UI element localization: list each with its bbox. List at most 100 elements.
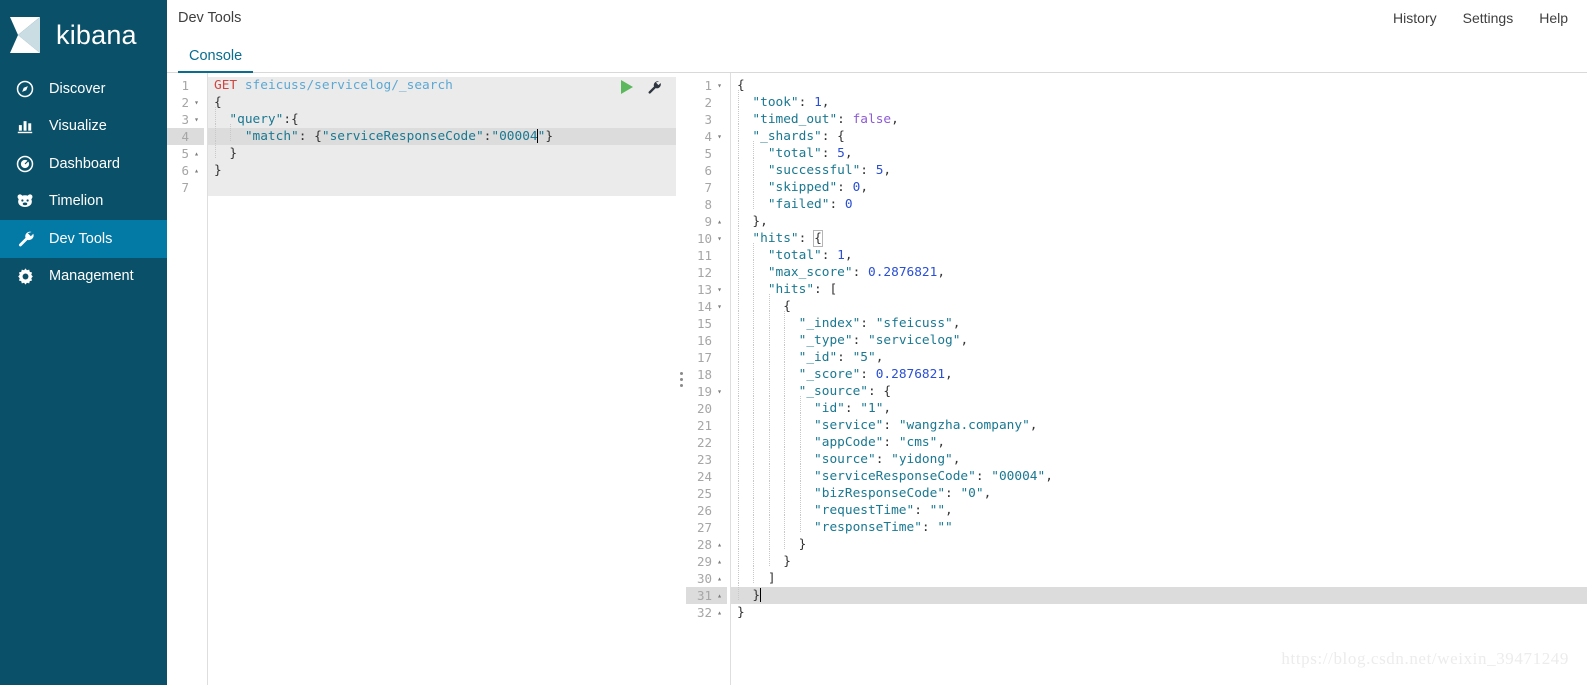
fold-toggle-icon[interactable]: ▾ bbox=[714, 383, 725, 400]
gutter-line: 25 bbox=[686, 485, 727, 502]
code-token: false bbox=[852, 112, 892, 127]
code-token: "responseTime" bbox=[737, 520, 922, 535]
fold-toggle-icon[interactable]: ▴ bbox=[714, 536, 725, 553]
code-line: ] bbox=[731, 570, 1587, 587]
code-token: "" bbox=[937, 520, 953, 535]
indent-guide bbox=[215, 124, 216, 141]
gutter-line: 12 bbox=[686, 264, 727, 281]
indent-guide bbox=[784, 413, 786, 430]
fold-toggle-icon[interactable]: ▾ bbox=[714, 281, 725, 298]
fold-toggle-icon[interactable]: ▴ bbox=[191, 145, 202, 162]
code-token: , bbox=[1045, 469, 1053, 484]
history-link[interactable]: History bbox=[1393, 11, 1437, 25]
response-editor-pane[interactable]: 1 ▾ 2 3 4 ▾ 5 6 7 8 9 ▴ 10 ▾ 11 12 13 ▾ 14 ▾ 15 16 1… bbox=[686, 73, 1587, 685]
code-token: : bbox=[821, 248, 838, 263]
code-token: "serviceResponseCode" bbox=[321, 129, 484, 144]
sidebar-item-dev-tools[interactable]: Dev Tools bbox=[0, 220, 167, 258]
indent-guide bbox=[799, 498, 801, 515]
code-token: , bbox=[937, 435, 946, 450]
fold-toggle-icon[interactable]: ▴ bbox=[714, 213, 725, 230]
response-code-area[interactable]: { "took": 1, "timed_out": false, "_shard… bbox=[730, 73, 1587, 685]
code-token: "total" bbox=[737, 248, 822, 263]
code-token: "_id" bbox=[737, 350, 838, 365]
fold-toggle-icon bbox=[714, 111, 725, 128]
sidebar-item-label: Timelion bbox=[49, 193, 104, 209]
line-number: 2 bbox=[704, 95, 712, 110]
code-token: ] bbox=[737, 571, 776, 586]
run-request-play-icon[interactable] bbox=[621, 80, 633, 94]
indent-guide bbox=[799, 430, 801, 447]
fold-toggle-icon[interactable]: ▾ bbox=[191, 94, 202, 111]
settings-link[interactable]: Settings bbox=[1463, 11, 1514, 25]
code-line: "responseTime": "" bbox=[731, 519, 1587, 536]
gutter-line: 10 ▾ bbox=[686, 230, 727, 247]
main-content: Dev Tools History Settings Help Console … bbox=[167, 0, 1587, 685]
code-token: "hits" bbox=[737, 282, 815, 297]
code-token: , bbox=[952, 316, 961, 331]
line-number: 12 bbox=[696, 265, 712, 280]
fold-toggle-icon[interactable]: ▾ bbox=[714, 298, 725, 315]
fold-toggle-icon[interactable]: ▾ bbox=[714, 230, 725, 247]
indent-guide bbox=[768, 532, 770, 549]
fold-toggle-icon[interactable]: ▾ bbox=[714, 128, 725, 145]
indent-guide bbox=[768, 447, 770, 464]
sidebar-item-visualize[interactable]: Visualize bbox=[0, 108, 167, 146]
sidebar-item-management[interactable]: Management bbox=[0, 258, 167, 296]
indent-guide bbox=[738, 158, 739, 175]
gutter-line: 29 ▴ bbox=[686, 553, 727, 570]
code-token: : bbox=[829, 197, 845, 212]
fold-toggle-icon bbox=[191, 77, 202, 94]
indent-guide bbox=[738, 311, 739, 328]
code-token: , bbox=[1029, 418, 1038, 433]
indent-guide bbox=[768, 328, 770, 345]
code-token: "0" bbox=[960, 486, 984, 501]
indent-guide bbox=[738, 328, 739, 345]
request-options-wrench-icon[interactable] bbox=[646, 79, 662, 95]
fold-toggle-icon[interactable]: ▴ bbox=[191, 162, 202, 179]
indent-guide bbox=[768, 464, 770, 481]
line-number: 11 bbox=[696, 248, 712, 263]
code-token: "skipped" bbox=[737, 180, 838, 195]
code-token: 0.2876821 bbox=[875, 367, 946, 382]
code-token: "hits" bbox=[737, 231, 799, 246]
kibana-brand[interactable]: kibana bbox=[0, 0, 167, 70]
sidebar-item-discover[interactable]: Discover bbox=[0, 70, 167, 108]
fold-toggle-icon[interactable]: ▾ bbox=[191, 111, 202, 128]
sidebar-item-dashboard[interactable]: Dashboard bbox=[0, 145, 167, 183]
gutter-line: 18 bbox=[686, 366, 727, 383]
gutter-line: 5 bbox=[686, 145, 727, 162]
fold-toggle-icon[interactable]: ▴ bbox=[714, 553, 725, 570]
request-code-area[interactable]: GET sfeicuss/servicelog/_search{ "query"… bbox=[207, 73, 676, 685]
indent-guide bbox=[784, 328, 786, 345]
console-panes: 1 2 ▾ 3 ▾ 4 5 ▴ 6 ▴ 7 GET sfeicuss/servicelog/_s… bbox=[167, 73, 1587, 685]
line-number: 20 bbox=[696, 401, 712, 416]
code-token: , bbox=[960, 333, 969, 348]
sidebar-item-timelion[interactable]: Timelion bbox=[0, 183, 167, 221]
request-editor-pane[interactable]: 1 2 ▾ 3 ▾ 4 5 ▴ 6 ▴ 7 GET sfeicuss/servicelog/_s… bbox=[167, 73, 676, 685]
line-number: 14 bbox=[696, 299, 712, 314]
tab-console[interactable]: Console bbox=[178, 48, 254, 73]
kibana-dev-tools-console: kibana Discover Visualize Dashboard Time… bbox=[0, 0, 1587, 685]
help-link[interactable]: Help bbox=[1539, 11, 1568, 25]
indent-guide bbox=[753, 311, 755, 328]
gutter-line: 5 ▴ bbox=[167, 145, 204, 162]
page-title: Dev Tools bbox=[178, 9, 242, 26]
code-token: :{ bbox=[283, 112, 299, 127]
gear-icon bbox=[10, 267, 40, 286]
pane-splitter[interactable] bbox=[676, 73, 686, 685]
gutter-line: 21 bbox=[686, 417, 727, 434]
code-line: { bbox=[208, 94, 676, 111]
fold-toggle-icon[interactable]: ▴ bbox=[714, 570, 725, 587]
fold-toggle-icon[interactable]: ▴ bbox=[714, 604, 725, 621]
sidebar-item-label: Management bbox=[49, 268, 134, 284]
indent-guide bbox=[738, 498, 739, 515]
fold-toggle-icon bbox=[714, 315, 725, 332]
fold-toggle-icon[interactable]: ▴ bbox=[714, 587, 725, 604]
code-token: : bbox=[837, 112, 853, 127]
gutter-line: 11 bbox=[686, 247, 727, 264]
code-token: , bbox=[952, 452, 961, 467]
code-token: 0 bbox=[844, 197, 853, 212]
indent-guide bbox=[768, 498, 770, 515]
fold-toggle-icon[interactable]: ▾ bbox=[714, 77, 725, 94]
indent-guide bbox=[768, 396, 770, 413]
